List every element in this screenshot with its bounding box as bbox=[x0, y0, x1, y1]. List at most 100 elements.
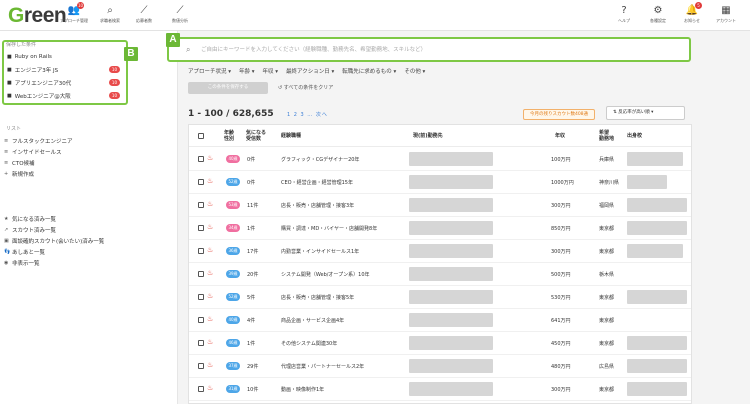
row-checkbox[interactable] bbox=[198, 248, 204, 254]
filter-dropdown[interactable]: その他 ▾ bbox=[404, 67, 425, 75]
school-redacted bbox=[627, 244, 683, 258]
table-row[interactable]: ♨ 37歳 29件 代理店営業・パートナーセールス2年 480万円 広島県 bbox=[189, 355, 691, 378]
keyword-search-input[interactable] bbox=[201, 44, 671, 56]
row-checkbox[interactable] bbox=[198, 294, 204, 300]
flame-icon[interactable]: ♨ bbox=[207, 177, 213, 186]
nav-item-3[interactable]: ⟋ 数値分析 bbox=[160, 4, 200, 24]
clear-conditions-link[interactable]: ↺ すべての条件をクリア bbox=[278, 84, 333, 91]
sidebar-link[interactable]: ≡ インサイドセールス bbox=[4, 146, 174, 157]
flame-icon[interactable]: ♨ bbox=[207, 246, 213, 255]
school-redacted bbox=[627, 198, 687, 212]
table-row[interactable]: ♨ 39歳 20件 システム開発（Web/オープン系）10年 500万円 栃木県 bbox=[189, 263, 691, 286]
table-row[interactable]: ♨ 36歳 17件 内勤営業・インサイドセールス1年 300万円 東京都 bbox=[189, 240, 691, 263]
table-row[interactable]: ♨ 52歳 5件 店長・販売・店舗管理・接客5年 530万円 東京都 bbox=[189, 286, 691, 309]
row-checkbox[interactable] bbox=[198, 271, 204, 277]
school-redacted bbox=[627, 290, 687, 304]
row-checkbox[interactable] bbox=[198, 156, 204, 162]
company-redacted bbox=[409, 198, 493, 212]
job-title[interactable]: 購買・調達・MD・バイヤー・店舗開発8年 bbox=[281, 225, 377, 232]
table-row[interactable]: ♨ 53歳 11件 店長・販売・店舗管理・接客3年 300万円 福岡県 bbox=[189, 194, 691, 217]
filter-dropdown[interactable]: 最終アクション日 ▾ bbox=[286, 67, 334, 75]
remaining-scouts-badge: 今月の残りスカウト数408通 bbox=[523, 109, 595, 120]
table-row[interactable]: ♨ 40歳 0件 グラフィック・CGデザイナー20年 100万円 兵庫県 bbox=[189, 148, 691, 171]
job-title[interactable]: 店長・販売・店舗管理・接客3年 bbox=[281, 202, 354, 209]
company-redacted bbox=[409, 313, 493, 327]
row-checkbox[interactable] bbox=[198, 386, 204, 392]
sidebar-link-label: CTO候補 bbox=[12, 160, 35, 167]
keyword-search-box: ⌕ bbox=[167, 37, 691, 62]
job-title[interactable]: グラフィック・CGデザイナー20年 bbox=[281, 156, 359, 163]
salary: 641万円 bbox=[551, 318, 571, 324]
select-all-checkbox[interactable] bbox=[198, 133, 204, 139]
job-title[interactable]: 内勤営業・インサイドセールス1年 bbox=[281, 248, 359, 255]
table-header: 年齢 性別 気になる 受信数 経験職種 現(前)勤務先 年収 希望 勤務地 出身校 bbox=[189, 125, 691, 147]
sidebar-link[interactable]: ▣ 面談確約スカウト(会いたい)済み一覧 bbox=[4, 235, 174, 246]
flame-icon[interactable]: ♨ bbox=[207, 200, 213, 209]
interest-count: 17件 bbox=[247, 249, 259, 255]
school-redacted bbox=[627, 175, 667, 189]
sort-select[interactable]: ⇅ 反応率が高い順 ▾ bbox=[606, 106, 685, 120]
interest-count: 0件 bbox=[247, 180, 256, 186]
filter-dropdown[interactable]: 年収 ▾ bbox=[263, 67, 279, 75]
sidebar-link[interactable]: ★ 気になる済み一覧 bbox=[4, 213, 174, 224]
row-checkbox[interactable] bbox=[198, 340, 204, 346]
row-checkbox[interactable] bbox=[198, 363, 204, 369]
sidebar-link[interactable]: ≡ フルスタックエンジニア bbox=[4, 135, 174, 146]
flame-icon[interactable]: ♨ bbox=[207, 223, 213, 232]
header-gender-label: 性別 bbox=[224, 136, 235, 142]
save-condition-button[interactable]: この条件を保存する bbox=[188, 82, 268, 94]
flame-icon[interactable]: ♨ bbox=[207, 154, 213, 163]
job-title[interactable]: 代理店営業・パートナーセールス2年 bbox=[281, 363, 364, 370]
sidebar-link-label: スカウト済み一覧 bbox=[12, 227, 57, 234]
interest-count: 20件 bbox=[247, 272, 259, 278]
row-checkbox[interactable] bbox=[198, 202, 204, 208]
location: 東京都 bbox=[599, 226, 615, 232]
table-row[interactable]: ♨ 52歳 0件 CEO・経営企画・経営管理15年 1000万円 神奈川県 bbox=[189, 171, 691, 194]
job-title[interactable]: CEO・経営企画・経営管理15年 bbox=[281, 179, 353, 186]
age-badge: 40歳 bbox=[226, 316, 240, 324]
sidebar-link[interactable]: ≡ CTO候補 bbox=[4, 157, 174, 168]
location: 東京都 bbox=[599, 387, 615, 393]
location: 東京都 bbox=[599, 318, 615, 324]
table-row[interactable]: ♨ 31歳 10件 動画・映像制作1年 300万円 東京都 bbox=[189, 378, 691, 401]
list-icon: ◉ bbox=[4, 259, 9, 266]
table-row[interactable]: ♨ 34歳 1件 購買・調達・MD・バイヤー・店舗開発8年 850万円 東京都 bbox=[189, 217, 691, 240]
flame-icon[interactable]: ♨ bbox=[207, 384, 213, 393]
sidebar-link[interactable]: + 新規作成 bbox=[4, 168, 174, 179]
job-title[interactable]: システム開発（Web/オープン系）10年 bbox=[281, 271, 370, 278]
nav-item-0[interactable]: 👥 10 アプローチ管理 bbox=[54, 2, 94, 24]
job-title[interactable]: 店長・販売・店舗管理・接客5年 bbox=[281, 294, 354, 301]
flame-icon[interactable]: ♨ bbox=[207, 292, 213, 301]
sidebar-link[interactable]: ↗ スカウト済み一覧 bbox=[4, 224, 174, 235]
job-title[interactable]: その他システム関連30年 bbox=[281, 340, 337, 347]
salary: 1000万円 bbox=[551, 180, 574, 186]
nav-item-2[interactable]: ⟋ 応募者数 bbox=[124, 4, 164, 24]
row-checkbox[interactable] bbox=[198, 179, 204, 185]
sidebar-link[interactable]: ◉ 非表示一覧 bbox=[4, 257, 174, 268]
school-redacted bbox=[627, 382, 687, 396]
flame-icon[interactable]: ♨ bbox=[207, 269, 213, 278]
result-count: 1 - 100 / 628,655 bbox=[188, 109, 274, 119]
top-header: Green 👥 10 アプローチ管理 ⌕ 求職者検索 ⟋ 応募者数 ⟋ 数値分析 ? ヘルプ ⚙ 各種… bbox=[0, 0, 750, 31]
filter-dropdown[interactable]: アプローチ状況 ▾ bbox=[188, 67, 231, 75]
filter-dropdown[interactable]: 年齢 ▾ bbox=[239, 67, 255, 75]
row-checkbox[interactable] bbox=[198, 225, 204, 231]
interest-count: 1件 bbox=[247, 341, 256, 347]
interest-count: 10件 bbox=[247, 387, 259, 393]
nav-item-3[interactable]: ▦ アカウント bbox=[706, 4, 746, 24]
row-checkbox[interactable] bbox=[198, 317, 204, 323]
flame-icon[interactable]: ♨ bbox=[207, 315, 213, 324]
table-row[interactable]: ♨ 46歳 1件 その他システム関連30年 450万円 東京都 bbox=[189, 332, 691, 355]
age-badge: 53歳 bbox=[226, 201, 240, 209]
company-redacted bbox=[409, 152, 493, 166]
sidebar-link[interactable]: 👣 あしあと一覧 bbox=[4, 246, 174, 257]
filter-dropdown[interactable]: 転職先に求めるもの ▾ bbox=[342, 67, 396, 75]
job-title[interactable]: 動画・映像制作1年 bbox=[281, 386, 324, 393]
flame-icon[interactable]: ♨ bbox=[207, 361, 213, 370]
flame-icon[interactable]: ♨ bbox=[207, 338, 213, 347]
pagination[interactable]: 1 2 3 … 次へ bbox=[287, 111, 328, 118]
job-title[interactable]: 商品企画・サービス企画4年 bbox=[281, 317, 344, 324]
list-icon: ▣ bbox=[4, 237, 9, 244]
table-row[interactable]: ♨ 40歳 4件 商品企画・サービス企画4年 641万円 東京都 bbox=[189, 309, 691, 332]
salary: 480万円 bbox=[551, 364, 571, 370]
